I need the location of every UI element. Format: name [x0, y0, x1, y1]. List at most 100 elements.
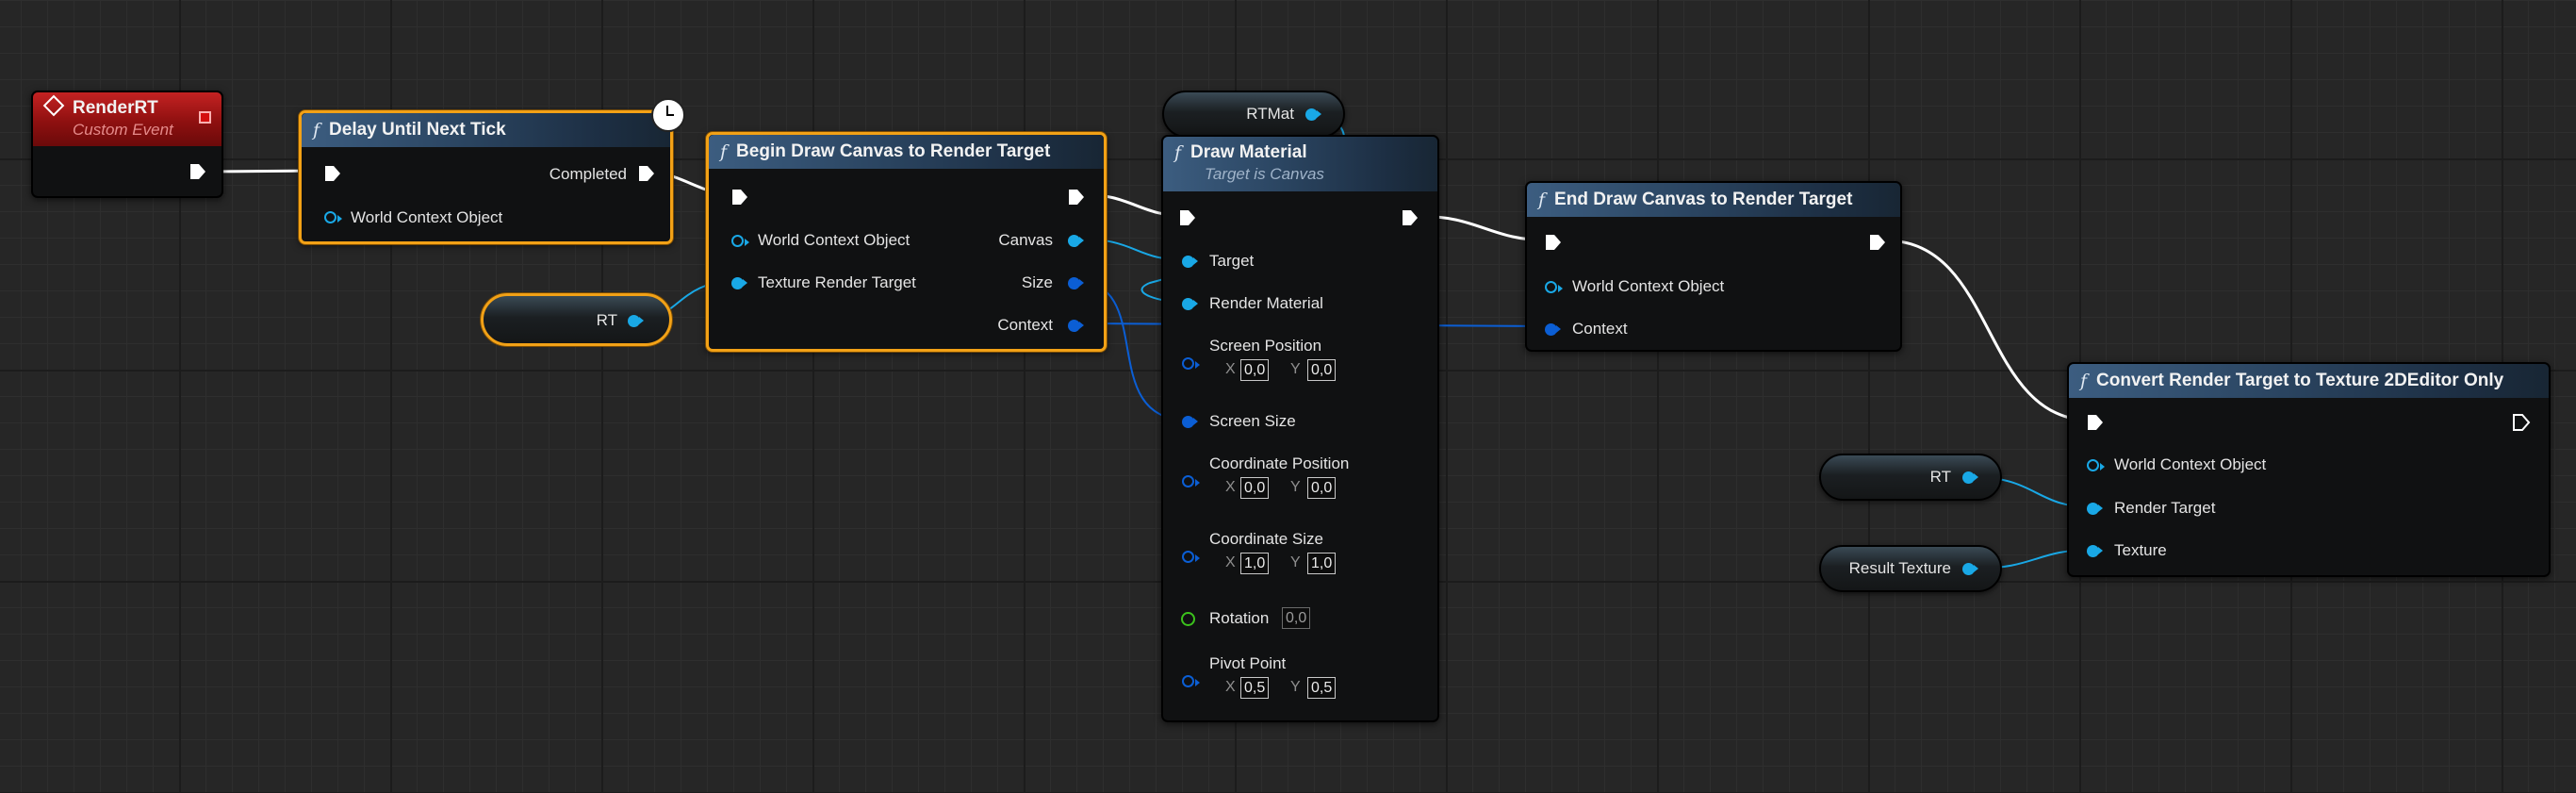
variable-result-texture[interactable]: Result Texture [1819, 545, 2002, 592]
completed-label: Completed [549, 165, 627, 183]
world-context-label: World Context Object [758, 231, 911, 249]
completed-exec-pin[interactable] [637, 164, 656, 183]
node-draw-material[interactable]: f Draw Material Target is Canvas Target … [1161, 135, 1439, 722]
exec-in-pin[interactable] [1544, 233, 1563, 252]
variable-out-pin[interactable] [1305, 108, 1321, 121]
context-label: Context [1572, 320, 1628, 338]
node-title: Delay Until Next Tick [329, 120, 506, 140]
exec-out-pin[interactable] [1401, 208, 1419, 227]
node-title: End Draw Canvas to Render Target [1554, 190, 1853, 209]
texture-label: Texture [2114, 541, 2167, 559]
size-label: Size [1021, 273, 1053, 291]
node-subtitle: Custom Event [73, 121, 173, 139]
exec-out-pin[interactable] [1868, 233, 1887, 252]
axis-y-label: Y [1290, 361, 1301, 377]
coordinate-size-y-input[interactable]: 1,0 [1307, 553, 1337, 574]
event-icon [42, 94, 65, 117]
canvas-pin[interactable] [1068, 235, 1084, 247]
render-material-pin[interactable] [1182, 298, 1198, 310]
render-target-pin[interactable] [2087, 503, 2103, 515]
node-title: RenderRT [73, 98, 158, 118]
node-header: f Convert Render Target to Texture 2DEdi… [2069, 364, 2549, 398]
context-pin[interactable] [1545, 323, 1561, 336]
exec-in-pin[interactable] [323, 164, 342, 183]
exec-in-pin[interactable] [1178, 208, 1197, 227]
variable-rt[interactable]: RT [1819, 454, 2002, 501]
variable-rtmat[interactable]: RTMat [1162, 91, 1345, 138]
texture-render-target-pin[interactable] [731, 277, 747, 289]
variable-label: RTMat [1246, 105, 1294, 123]
screen-size-label: Screen Size [1209, 412, 1296, 430]
coordinate-position-x-input[interactable]: 0,0 [1240, 477, 1270, 499]
exec-out-pin[interactable] [189, 162, 207, 181]
screen-position-pin[interactable] [1182, 357, 1200, 370]
axis-x-label: X [1225, 479, 1236, 495]
coordinate-size-pin[interactable] [1182, 551, 1200, 563]
rotation-pin[interactable] [1181, 612, 1195, 626]
screen-position-x-input[interactable]: 0,0 [1240, 359, 1270, 381]
texture-pin[interactable] [2087, 545, 2103, 557]
node-begin-draw-canvas[interactable]: f Begin Draw Canvas to Render Target Wor… [706, 132, 1107, 352]
axis-x-label: X [1225, 554, 1236, 570]
axis-x-label: X [1225, 361, 1236, 377]
pivot-point-pin[interactable] [1182, 675, 1200, 687]
texture-render-target-label: Texture Render Target [758, 273, 916, 291]
axis-y-label: Y [1290, 554, 1301, 570]
function-icon: f [313, 120, 320, 140]
world-context-pin[interactable] [324, 211, 342, 223]
exec-in-pin[interactable] [730, 188, 749, 207]
world-context-label: World Context Object [1572, 277, 1725, 295]
world-context-pin[interactable] [1545, 281, 1563, 293]
screen-size-pin[interactable] [1182, 416, 1198, 428]
function-icon: f [1174, 142, 1182, 163]
canvas-label: Canvas [998, 231, 1053, 249]
exec-wire-end-convert [1884, 239, 2093, 422]
function-icon: f [1538, 190, 1546, 210]
clock-icon [651, 98, 685, 132]
context-label: Context [997, 316, 1053, 334]
stop-icon [199, 111, 211, 124]
node-title: Begin Draw Canvas to Render Target [736, 141, 1051, 161]
world-context-pin[interactable] [2087, 459, 2105, 471]
node-title: Draw Material [1190, 142, 1307, 162]
node-subtitle: Target is Canvas [1205, 165, 1324, 183]
axis-y-label: Y [1290, 479, 1301, 495]
node-delay-until-next-tick[interactable]: f Delay Until Next Tick Completed World … [299, 110, 673, 244]
variable-label: Result Texture [1848, 559, 1951, 577]
variable-out-pin[interactable] [1962, 471, 1978, 484]
rotation-input[interactable]: 0,0 [1282, 607, 1311, 629]
rotation-label: Rotation [1209, 609, 1270, 627]
node-render-rt[interactable]: RenderRT Custom Event [31, 91, 223, 198]
pivot-point-x-input[interactable]: 0,5 [1240, 677, 1270, 699]
exec-out-pin[interactable] [2512, 413, 2531, 432]
node-header: f Delay Until Next Tick [302, 113, 670, 147]
context-pin[interactable] [1068, 320, 1084, 332]
coordinate-position-label: Coordinate Position [1209, 454, 1350, 472]
axis-x-label: X [1225, 679, 1236, 695]
coordinate-size-x-input[interactable]: 1,0 [1240, 553, 1270, 574]
node-end-draw-canvas[interactable]: f End Draw Canvas to Render Target World… [1525, 181, 1902, 352]
exec-out-pin[interactable] [1067, 188, 1086, 207]
node-convert-render-target[interactable]: f Convert Render Target to Texture 2DEdi… [2067, 362, 2551, 577]
variable-rt-selected[interactable]: RT [481, 293, 672, 346]
target-label: Target [1209, 252, 1255, 270]
world-context-label: World Context Object [2114, 455, 2267, 473]
target-pin[interactable] [1182, 256, 1198, 268]
coordinate-position-pin[interactable] [1182, 475, 1200, 487]
coordinate-position-y-input[interactable]: 0,0 [1307, 477, 1337, 499]
node-header: f Begin Draw Canvas to Render Target [709, 135, 1104, 169]
pivot-point-y-input[interactable]: 0,5 [1307, 677, 1337, 699]
screen-position-label: Screen Position [1209, 337, 1322, 355]
variable-label: RT [1929, 468, 1951, 486]
size-pin[interactable] [1068, 277, 1084, 289]
exec-in-pin[interactable] [2086, 413, 2105, 432]
pivot-point-label: Pivot Point [1209, 654, 1287, 672]
function-icon: f [720, 141, 728, 162]
screen-position-y-input[interactable]: 0,0 [1307, 359, 1337, 381]
variable-out-pin[interactable] [1962, 563, 1978, 575]
variable-out-pin[interactable] [628, 315, 644, 327]
node-header: f End Draw Canvas to Render Target [1527, 183, 1900, 217]
render-material-label: Render Material [1209, 294, 1323, 312]
node-title: Convert Render Target to Texture 2DEdito… [2096, 371, 2504, 390]
world-context-pin[interactable] [731, 235, 749, 247]
